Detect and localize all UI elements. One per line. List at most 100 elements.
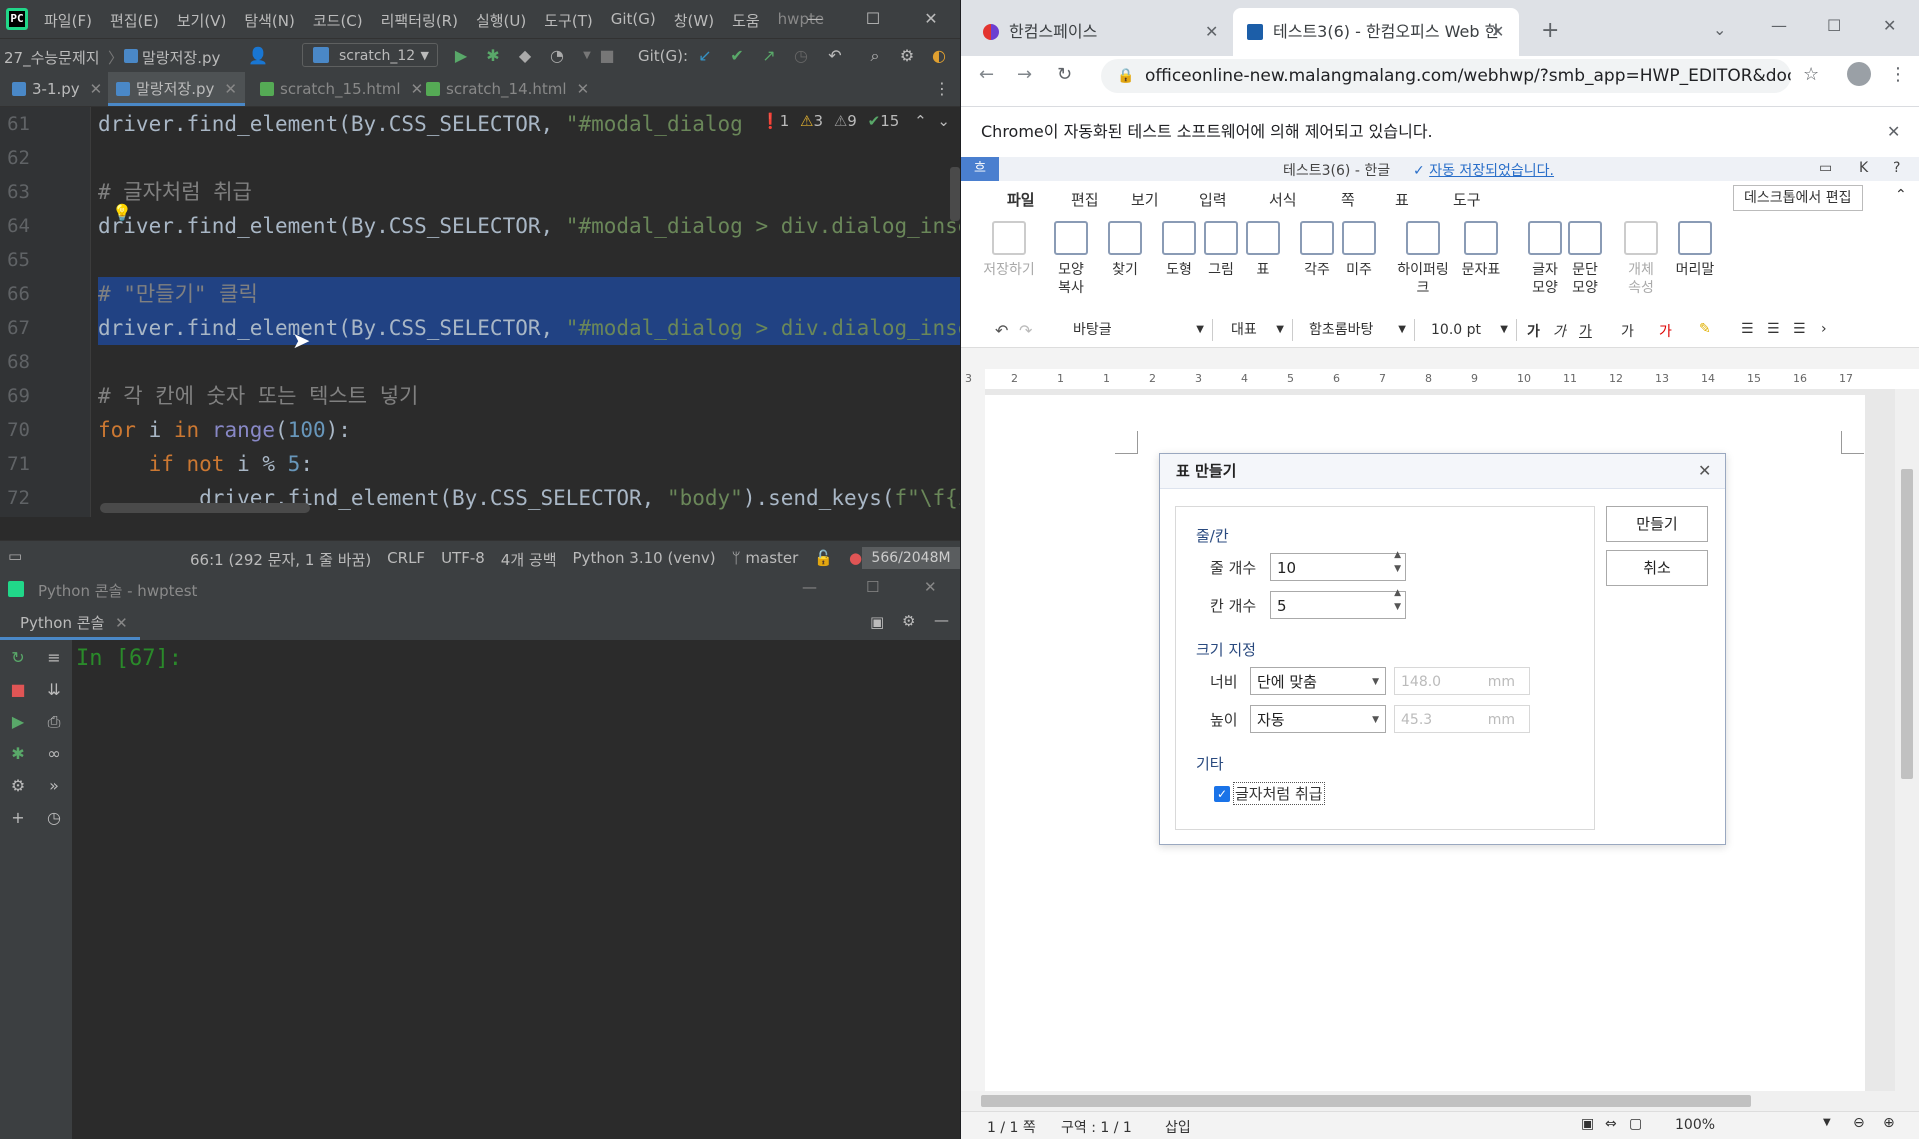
ribbon-button[interactable]: 찾기 [1099, 221, 1151, 279]
ribbon-button[interactable]: 머리말 [1669, 221, 1721, 279]
lightbulb-icon[interactable]: 💡 [112, 203, 132, 222]
width-mode-select[interactable]: 단에 맞춤 ▼ [1250, 667, 1386, 695]
horizontal-scrollbar[interactable] [100, 503, 310, 513]
minimize-icon[interactable]: — [802, 578, 817, 596]
notifications-icon[interactable]: ● [849, 549, 862, 570]
zoom-in-icon[interactable]: ⊕ [1883, 1115, 1895, 1131]
ribbon-button[interactable]: 미주 [1333, 221, 1385, 279]
menu-tab-view[interactable]: 보기 [1131, 189, 1159, 210]
tab-close-icon[interactable]: ✕ [224, 80, 237, 98]
ribbon-button[interactable]: 문자표 [1455, 221, 1507, 279]
jetbrains-toolbox-icon[interactable]: ◐ [930, 47, 948, 65]
lang-select[interactable]: 대표 ▼ [1223, 319, 1293, 341]
reload-icon[interactable]: ↻ [1057, 64, 1072, 85]
tab-malang-save-py[interactable]: 말랑저장.py ✕ [108, 72, 245, 106]
tab-python-console[interactable]: Python 콘솔 ✕ [0, 606, 140, 640]
indent-setting[interactable]: 4개 공백 [501, 549, 557, 570]
rerun-icon[interactable]: ↻ [6, 646, 30, 670]
user-icon[interactable]: 👤 [248, 47, 268, 65]
width-value-input[interactable]: 148.0 mm [1394, 667, 1530, 695]
tab-close-icon[interactable]: ✕ [1491, 8, 1504, 56]
tab-close-icon[interactable]: ✕ [115, 614, 128, 632]
coverage-icon[interactable]: ◆ [516, 47, 534, 65]
tab-3-1-py[interactable]: 3-1.py ✕ [4, 72, 110, 106]
tabs-menu-icon[interactable]: ⋮ [934, 79, 950, 98]
redo-icon[interactable]: ↷ [1019, 321, 1032, 340]
breadcrumb-project[interactable]: 27_수능문제지 [4, 47, 100, 68]
soft-wrap-icon[interactable]: ≡ [42, 646, 66, 670]
help-icon[interactable]: ? [1893, 160, 1900, 176]
code-line[interactable]: 69 # 각 칸에 숫자 또는 텍스트 넣기 [0, 379, 960, 413]
undo-icon[interactable]: ↶ [995, 321, 1008, 340]
run-icon[interactable]: ▶ [6, 710, 30, 734]
font-select[interactable]: 함초롬바탕 ▼ [1301, 319, 1415, 341]
show-variables-icon[interactable]: ∞ [42, 742, 66, 766]
code-line[interactable]: 62 [0, 141, 960, 175]
file-encoding[interactable]: UTF-8 [441, 549, 485, 570]
caret-position[interactable]: 66:1 (292 문자, 1 줄 바꿈) [190, 549, 371, 570]
tab-close-icon[interactable]: ✕ [577, 80, 590, 98]
strikethrough-icon[interactable]: 가 [1621, 321, 1634, 341]
full-page-icon[interactable]: ▢ [1629, 1116, 1642, 1132]
comment-icon[interactable]: ▭ [1819, 160, 1832, 176]
print-icon[interactable]: ⎙ [42, 710, 66, 734]
add-icon[interactable]: + [6, 806, 30, 830]
ribbon-button[interactable]: 표 [1237, 221, 1289, 279]
page-width-icon[interactable]: ⇔ [1605, 1116, 1617, 1132]
spin-arrows-icon[interactable]: ▲ ▼ [1394, 586, 1401, 614]
ribbon-button[interactable]: 저장하기 [983, 221, 1035, 279]
normal-view-icon[interactable]: ▣ [1581, 1116, 1594, 1132]
align-justify-icon[interactable]: ☰ [1741, 321, 1754, 337]
code-line[interactable]: 68 [0, 345, 960, 379]
maximize-icon[interactable]: ☐ [866, 578, 879, 596]
stop-icon[interactable]: ■ [6, 678, 30, 702]
python-console[interactable]: ↻ ≡ ■ ⇊ ▶ ⎙ ✱ ∞ ⚙ » + ◷ In [67]: [0, 640, 960, 1139]
height-mode-select[interactable]: 자동 ▼ [1250, 705, 1386, 733]
close-icon[interactable]: ✕ [1883, 16, 1896, 35]
memory-indicator[interactable]: 566/2048M [862, 547, 960, 569]
git-update-icon[interactable]: ↙ [696, 47, 714, 65]
collapse-ribbon-icon[interactable]: ⌃ [1895, 187, 1907, 203]
code-line[interactable]: 65 [0, 243, 960, 277]
panel-toggle-icon[interactable]: ▭ [8, 547, 22, 565]
ribbon-button[interactable]: 모양 복사 [1045, 221, 1097, 297]
desktop-edit-button[interactable]: 데스크톱에서 편집 [1733, 185, 1863, 211]
git-history-icon[interactable]: ◷ [792, 47, 810, 65]
menu-tab-table[interactable]: 표 [1395, 189, 1409, 210]
tab-close-icon[interactable]: ✕ [90, 80, 103, 98]
settings-gear-icon[interactable]: ⚙ [902, 612, 915, 630]
new-tab-icon[interactable]: + [1541, 18, 1559, 43]
debug-icon[interactable]: ✱ [6, 742, 30, 766]
code-editor[interactable]: 61 driver.find_element(By.CSS_SELECTOR, "… [0, 107, 960, 517]
vertical-scrollbar[interactable] [950, 167, 960, 221]
menu-navigate[interactable]: 탐색(N) [244, 10, 295, 31]
chrome-menu-icon[interactable]: ⋮ [1889, 64, 1907, 85]
forward-icon[interactable]: → [1017, 64, 1032, 85]
maximize-icon[interactable]: ☐ [844, 0, 902, 38]
highlight-icon[interactable]: ✎ [1699, 321, 1711, 337]
ribbon-button[interactable]: 하이퍼링크 [1397, 221, 1449, 297]
debug-icon[interactable]: ✱ [484, 47, 502, 65]
menu-tab-insert[interactable]: 입력 [1199, 189, 1227, 210]
ribbon-button[interactable]: 개체 속성 [1615, 221, 1667, 297]
menu-tab-format[interactable]: 서식 [1269, 189, 1297, 210]
profile-avatar-icon[interactable] [1847, 62, 1871, 86]
underline-icon[interactable]: 가 [1579, 321, 1592, 341]
tab-hwp-document[interactable]: 테스트3(6) - 한컴오피스 Web 한 ✕ [1233, 8, 1519, 56]
create-button[interactable]: 만들기 [1606, 506, 1708, 542]
menu-tab-file[interactable]: 파일 [1007, 189, 1035, 210]
close-icon[interactable]: ✕ [1698, 454, 1711, 488]
zoom-level[interactable]: 100% [1675, 1117, 1715, 1133]
bookmark-star-icon[interactable]: ☆ [1803, 64, 1819, 85]
height-value-input[interactable]: 45.3 mm [1394, 705, 1530, 733]
back-icon[interactable]: ← [979, 64, 994, 85]
code-line[interactable]: 66 # "만들기" 클릭 [0, 277, 960, 311]
menu-file[interactable]: 파일(F) [44, 10, 92, 31]
bold-icon[interactable]: 가 [1527, 321, 1540, 341]
italic-icon[interactable]: 가 [1553, 321, 1566, 341]
menu-tools[interactable]: 도구(T) [544, 10, 592, 31]
git-branch[interactable]: ᛘ master [732, 549, 799, 570]
menu-tab-page[interactable]: 쪽 [1341, 189, 1355, 210]
style-select[interactable]: 바탕글 ▼ [1065, 319, 1213, 341]
tab-search-icon[interactable]: ⌄ [1713, 20, 1726, 39]
